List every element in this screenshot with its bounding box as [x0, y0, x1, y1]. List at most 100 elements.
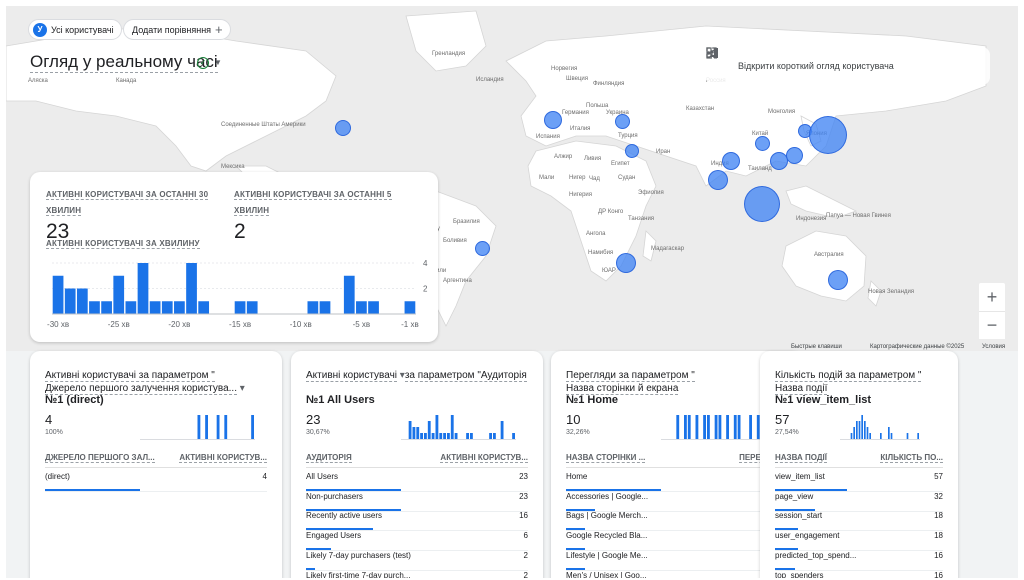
- map-bubble-brazil[interactable]: [475, 241, 490, 256]
- table-row[interactable]: Non-purchasers 23: [306, 492, 528, 512]
- chevron-down-icon[interactable]: ▼: [214, 58, 222, 67]
- chart-bar[interactable]: [319, 301, 331, 314]
- table-row[interactable]: Bags | Google Merch...2: [566, 511, 788, 532]
- table-header: НАЗВА ПОДІЇ КІЛЬКІСТЬ ПО...: [775, 453, 943, 468]
- map-country-label: Судан: [618, 175, 636, 181]
- map-country-label: Турция: [618, 133, 638, 139]
- column-header-metric[interactable]: КІЛЬКІСТЬ ПО...: [880, 453, 943, 463]
- sparkline-bar: [853, 427, 855, 439]
- table-row[interactable]: Accessories | Google...3: [566, 492, 788, 512]
- table-row[interactable]: Lifestyle | Google Me...2: [566, 551, 788, 571]
- chart-bar[interactable]: [52, 275, 64, 314]
- card-title-dimension[interactable]: за параметром "Аудиторія: [404, 370, 527, 382]
- chart-bar[interactable]: [246, 301, 258, 314]
- map-bubble-hongkong[interactable]: [786, 147, 803, 164]
- zoom-in-button[interactable]: +: [979, 283, 1005, 311]
- column-header-metric[interactable]: АКТИВНІ КОРИСТУВ...: [179, 453, 267, 463]
- map-bubble-india-2[interactable]: [722, 152, 740, 170]
- chart-bar[interactable]: [234, 301, 246, 314]
- map-country-label: Папуа — Новая Гвинея: [826, 213, 891, 219]
- chart-bar[interactable]: [404, 301, 416, 314]
- chart-bar[interactable]: [161, 301, 173, 314]
- sparkline-bar: [888, 427, 890, 439]
- sparkline-bar: [707, 415, 710, 439]
- sparkline-bar: [205, 415, 208, 439]
- row-value: 32: [934, 491, 943, 501]
- table-row[interactable]: Likely first-time 7-day purch... 2: [306, 571, 528, 579]
- map-country-label: ЮАР: [602, 268, 616, 274]
- sparkline-bar: [861, 415, 863, 439]
- terms-link[interactable]: Условия: [982, 344, 1005, 350]
- sparkline-bar: [684, 415, 687, 439]
- column-header-dimension[interactable]: ДЖЕРЕЛО ПЕРШОГО ЗАЛ...: [45, 453, 155, 463]
- sparkline-bar: [493, 433, 496, 439]
- table-row[interactable]: page_view 32: [775, 492, 943, 512]
- chart-bar[interactable]: [89, 301, 100, 314]
- row-value: 2: [523, 570, 528, 579]
- dropdown-arrow-icon[interactable]: ▾: [397, 370, 405, 381]
- map-bubble-australia[interactable]: [828, 270, 848, 290]
- chart-bar[interactable]: [125, 301, 137, 314]
- table-row[interactable]: Men's / Unisex | Goo...2: [566, 571, 788, 579]
- table-row[interactable]: view_item_list 57: [775, 472, 943, 492]
- table-row[interactable]: (direct) 4: [45, 472, 267, 492]
- all-users-chip[interactable]: У Усі користувачі: [28, 19, 122, 40]
- world-map[interactable]: Аляска Канада Соединенные Штаты Америки Мек…: [6, 6, 1018, 351]
- table-row[interactable]: session_start 18: [775, 511, 943, 532]
- table-row[interactable]: Likely 7-day purchasers (test) 2: [306, 551, 528, 571]
- table-row[interactable]: Engaged Users 6: [306, 531, 528, 552]
- map-country-label: Германия: [562, 110, 589, 116]
- map-country-label: Намибия: [588, 250, 614, 256]
- map-bubble-turkey[interactable]: [625, 144, 639, 158]
- chart-bar[interactable]: [307, 301, 319, 314]
- chart-bar[interactable]: [64, 288, 76, 315]
- map-bubble-india[interactable]: [708, 170, 728, 190]
- map-bubble-indonesia[interactable]: [744, 186, 780, 222]
- map-toolbar: Відкрити короткий огляд користувача: [706, 47, 990, 85]
- chart-bar[interactable]: [186, 263, 197, 314]
- chart-bar[interactable]: [174, 301, 185, 314]
- table-row[interactable]: user_engagement 18: [775, 531, 943, 552]
- chart-bar[interactable]: [368, 301, 379, 314]
- chart-bar[interactable]: [76, 288, 88, 315]
- column-header-dimension[interactable]: АУДИТОРІЯ: [306, 453, 352, 463]
- map-bubble-ukraine[interactable]: [615, 114, 630, 129]
- map-bubble-south-africa[interactable]: [616, 253, 636, 273]
- chart-bar[interactable]: [113, 275, 125, 314]
- table-row[interactable]: All Users 23: [306, 472, 528, 492]
- add-comparison-chip[interactable]: Додати порівняння +: [123, 19, 231, 40]
- map-bubble-china[interactable]: [755, 136, 770, 151]
- per-minute-bar-chart: 4 2 -30 хв -25 хв -20 хв -15 хв -10 хв -5 хв -1 …: [47, 259, 428, 329]
- chart-bar[interactable]: [137, 263, 149, 314]
- compare-icon[interactable]: [706, 47, 942, 73]
- table-row[interactable]: predicted_top_spend... 16: [775, 551, 943, 571]
- fullscreen-icon[interactable]: [706, 47, 918, 73]
- chart-bar[interactable]: [356, 301, 367, 314]
- share-icon[interactable]: [706, 47, 966, 73]
- sparkline-bar: [420, 433, 423, 439]
- column-header-dimension[interactable]: НАЗВА СТОРІНКИ ...: [566, 453, 646, 463]
- chart-bar[interactable]: [101, 301, 112, 314]
- table-row[interactable]: Recently active users 16: [306, 511, 528, 532]
- map-bubble-usa[interactable]: [335, 120, 351, 136]
- zoom-out-button[interactable]: −: [979, 311, 1005, 339]
- chart-bar[interactable]: [343, 275, 355, 314]
- keyboard-shortcuts-link[interactable]: Быстрые клавиши: [791, 344, 842, 350]
- table-row[interactable]: Google Recycled Bla...2: [566, 531, 788, 552]
- dropdown-arrow-icon[interactable]: ▾: [237, 383, 245, 394]
- top-item-sparkline: [401, 415, 516, 440]
- sparkline-bar: [470, 433, 473, 439]
- map-country-label: Египет: [611, 161, 630, 167]
- sparkline-bar: [850, 433, 853, 439]
- table-row[interactable]: Home10: [566, 472, 788, 492]
- user-snapshot-icon[interactable]: [706, 47, 728, 73]
- user-snapshot-button[interactable]: Відкрити короткий огляд користувача: [738, 61, 894, 71]
- table-row[interactable]: top_spenders 16: [775, 571, 943, 579]
- chart-bar[interactable]: [198, 301, 210, 314]
- column-header-dimension[interactable]: НАЗВА ПОДІЇ: [775, 453, 827, 463]
- map-bubble-japan[interactable]: [809, 116, 847, 154]
- table-header: АУДИТОРІЯ АКТИВНІ КОРИСТУВ...: [306, 453, 528, 468]
- column-header-metric[interactable]: АКТИВНІ КОРИСТУВ...: [440, 453, 528, 463]
- map-bubble-uk[interactable]: [544, 111, 562, 129]
- chart-bar[interactable]: [149, 301, 161, 314]
